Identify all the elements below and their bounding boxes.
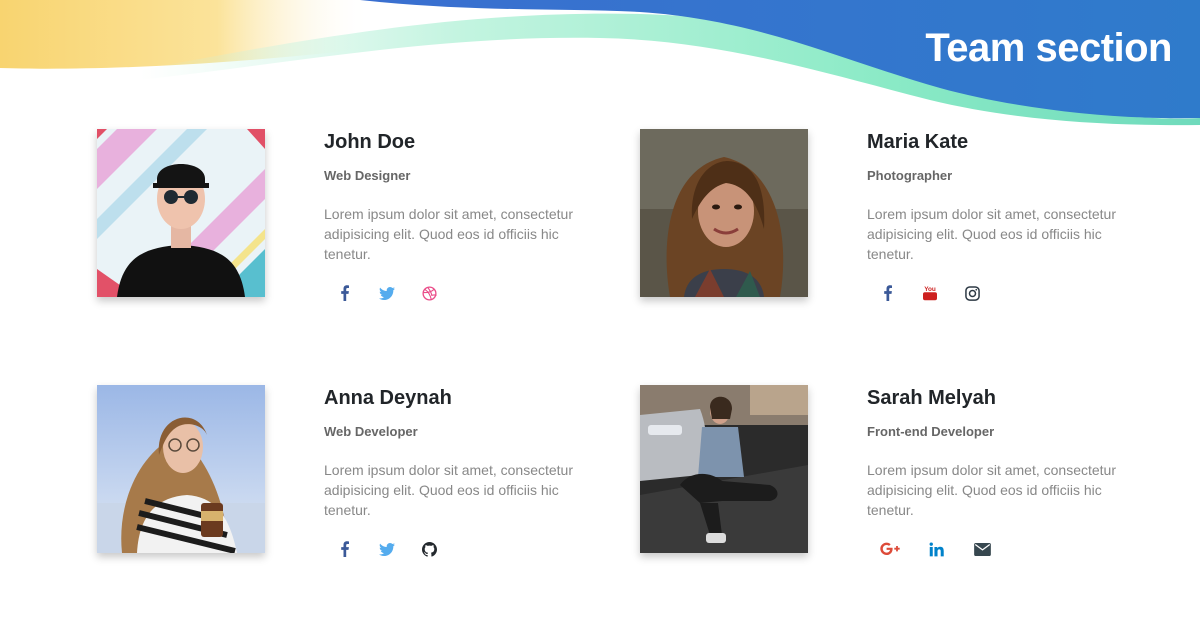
dribbble-icon xyxy=(421,285,437,301)
avatar xyxy=(97,129,265,297)
member-name: Anna Deynah xyxy=(324,387,452,409)
twitter-link[interactable] xyxy=(374,536,400,562)
youtube-label: You xyxy=(924,286,936,293)
avatar xyxy=(640,385,808,553)
facebook-icon xyxy=(884,285,892,301)
team-card-maria-kate: Maria Kate Photographer Lorem ipsum dolo… xyxy=(640,129,1160,304)
twitter-icon xyxy=(379,543,395,556)
avatar xyxy=(97,385,265,553)
member-name: Sarah Melyah xyxy=(867,387,996,409)
facebook-link[interactable] xyxy=(875,280,901,306)
youtube-icon: You xyxy=(923,286,937,301)
facebook-link[interactable] xyxy=(332,536,358,562)
linkedin-link[interactable] xyxy=(923,536,949,562)
dribbble-link[interactable] xyxy=(416,280,442,306)
twitter-icon xyxy=(379,287,395,300)
member-name: John Doe xyxy=(324,131,416,153)
facebook-icon xyxy=(341,541,349,557)
member-role: Photographer xyxy=(867,168,953,183)
email-link[interactable] xyxy=(969,536,995,562)
github-icon xyxy=(421,541,437,557)
facebook-link[interactable] xyxy=(332,280,358,306)
google-plus-link[interactable] xyxy=(877,536,903,562)
team-card-sarah-melyah: Sarah Melyah Front-end Developer Lorem i… xyxy=(640,385,1160,560)
member-name: Maria Kate xyxy=(867,131,969,153)
page-title: Team section xyxy=(925,26,1172,70)
member-description: Lorem ipsum dolor sit amet, consectetur … xyxy=(324,206,573,262)
member-role: Front-end Developer xyxy=(867,424,995,439)
google-plus-icon xyxy=(880,542,900,555)
team-card-john-doe: John Doe Web Designer Lorem ipsum dolor … xyxy=(97,129,617,304)
social-links: You xyxy=(875,280,1137,306)
linkedin-icon xyxy=(929,541,944,556)
twitter-link[interactable] xyxy=(374,280,400,306)
team-card-anna-deynah: Anna Deynah Web Developer Lorem ipsum do… xyxy=(97,385,617,560)
social-links xyxy=(332,536,594,562)
social-links xyxy=(877,536,1137,562)
member-description: Lorem ipsum dolor sit amet, consectetur … xyxy=(867,462,1116,518)
member-description: Lorem ipsum dolor sit amet, consectetur … xyxy=(867,206,1116,262)
avatar xyxy=(640,129,808,297)
member-description: Lorem ipsum dolor sit amet, consectetur … xyxy=(324,462,573,518)
facebook-icon xyxy=(341,285,349,301)
instagram-icon xyxy=(964,285,980,301)
envelope-icon xyxy=(973,542,991,556)
member-role: Web Designer xyxy=(324,168,411,183)
github-link[interactable] xyxy=(416,536,442,562)
social-links xyxy=(332,280,594,306)
instagram-link[interactable] xyxy=(959,280,985,306)
youtube-link[interactable]: You xyxy=(917,280,943,306)
member-role: Web Developer xyxy=(324,424,418,439)
